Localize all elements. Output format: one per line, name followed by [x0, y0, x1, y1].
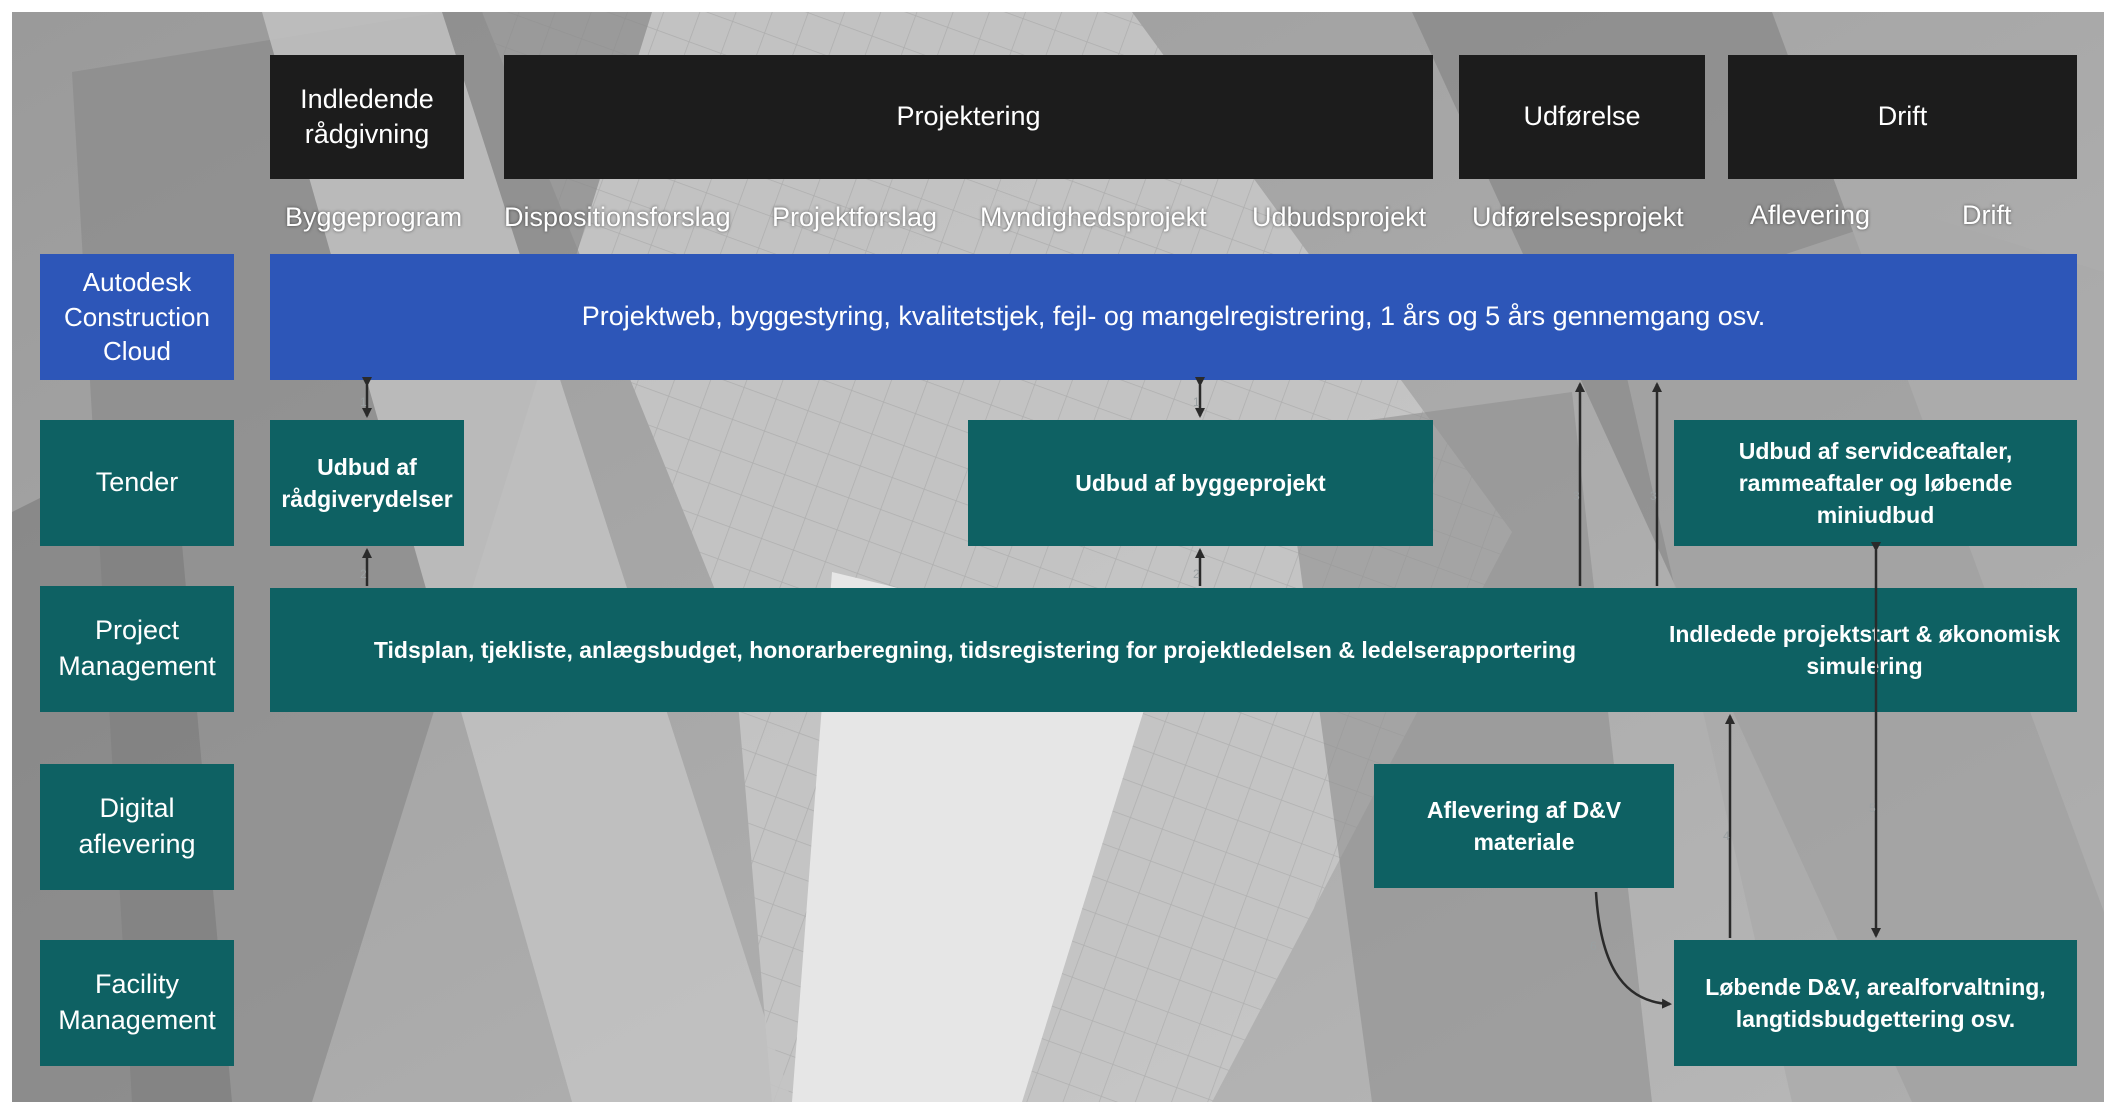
flow-arrows: 1 2 1 2 3 3 5 4 6 — [360, 377, 1881, 1009]
svg-text:3: 3 — [1650, 489, 1657, 503]
svg-text:1: 1 — [360, 395, 367, 409]
svg-text:2: 2 — [360, 567, 367, 581]
svg-text:6: 6 — [1590, 939, 1597, 953]
arrow-dv-fm — [1594, 891, 1672, 1009]
svg-text:5: 5 — [1869, 801, 1876, 815]
svg-text:2: 2 — [1193, 567, 1200, 581]
svg-text:4: 4 — [1723, 829, 1730, 843]
svg-text:3: 3 — [1573, 489, 1580, 503]
svg-text:1: 1 — [1193, 395, 1200, 409]
